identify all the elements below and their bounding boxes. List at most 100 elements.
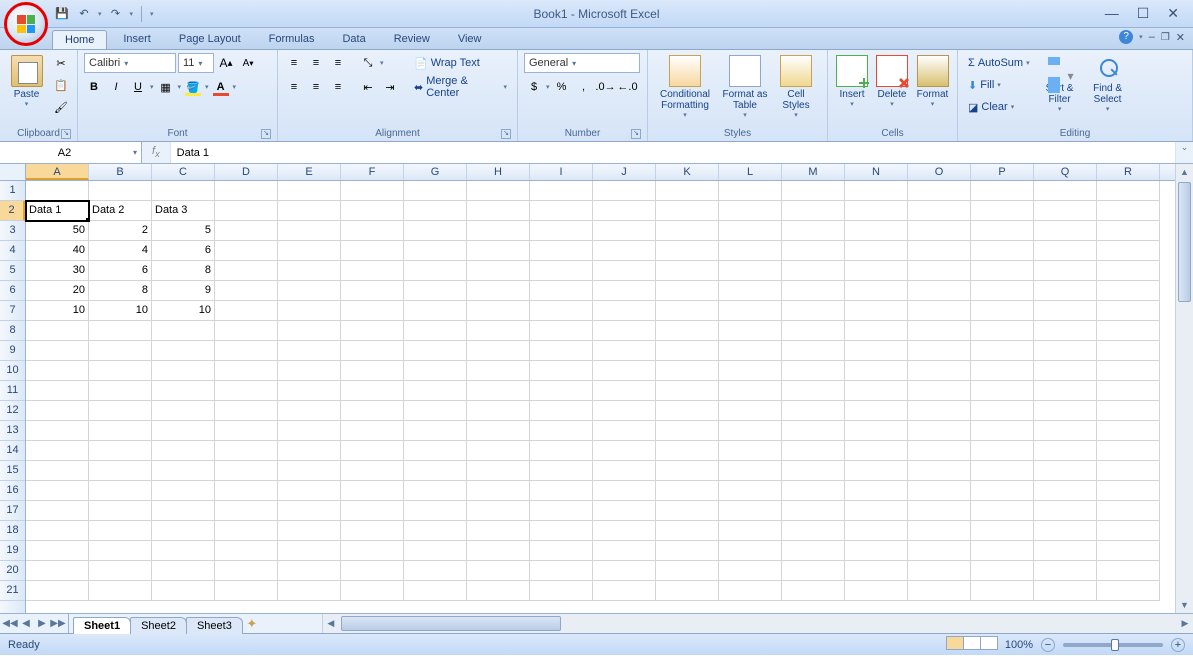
cell[interactable]: [341, 561, 404, 581]
cell[interactable]: [404, 201, 467, 221]
cell[interactable]: [467, 581, 530, 601]
row-header[interactable]: 12: [0, 401, 25, 421]
cell[interactable]: [26, 501, 89, 521]
cell[interactable]: [593, 361, 656, 381]
font-launcher-icon[interactable]: ↘: [261, 129, 271, 139]
cell[interactable]: [278, 521, 341, 541]
merge-center-button[interactable]: ⬌Merge & Center▾: [410, 77, 511, 97]
cell[interactable]: [215, 481, 278, 501]
currency-icon[interactable]: $: [524, 77, 544, 97]
cell[interactable]: [152, 181, 215, 201]
close-button[interactable]: ✕: [1167, 5, 1179, 22]
cell[interactable]: [278, 181, 341, 201]
cell[interactable]: [782, 541, 845, 561]
cell[interactable]: [971, 441, 1034, 461]
vertical-scrollbar[interactable]: ▲ ▼: [1175, 164, 1193, 613]
cell[interactable]: [467, 341, 530, 361]
cell[interactable]: [719, 501, 782, 521]
sheet-nav-prev-icon[interactable]: ◀: [18, 618, 34, 629]
cell[interactable]: [26, 421, 89, 441]
column-header[interactable]: J: [593, 164, 656, 180]
cell[interactable]: [26, 481, 89, 501]
cell[interactable]: [1034, 221, 1097, 241]
cell[interactable]: [593, 241, 656, 261]
cell[interactable]: [845, 441, 908, 461]
cell[interactable]: [782, 421, 845, 441]
cell[interactable]: [467, 501, 530, 521]
cell[interactable]: [152, 481, 215, 501]
cell[interactable]: [152, 381, 215, 401]
cell[interactable]: [971, 421, 1034, 441]
cell[interactable]: [719, 461, 782, 481]
cell[interactable]: [89, 341, 152, 361]
cell[interactable]: [719, 581, 782, 601]
cell[interactable]: [593, 261, 656, 281]
row-header[interactable]: 2: [0, 201, 25, 221]
cell[interactable]: [467, 381, 530, 401]
percent-icon[interactable]: %: [552, 77, 572, 97]
cell[interactable]: [530, 201, 593, 221]
alignment-launcher-icon[interactable]: ↘: [501, 129, 511, 139]
tab-formulas[interactable]: Formulas: [257, 30, 327, 49]
sheet-tab[interactable]: Sheet2: [130, 617, 187, 634]
cell[interactable]: [719, 301, 782, 321]
cell[interactable]: [278, 301, 341, 321]
cell[interactable]: [656, 401, 719, 421]
cell[interactable]: [467, 221, 530, 241]
middle-align-icon[interactable]: ≡: [306, 53, 326, 73]
cell[interactable]: [341, 501, 404, 521]
cell[interactable]: [467, 281, 530, 301]
cell[interactable]: [467, 241, 530, 261]
cell[interactable]: [404, 501, 467, 521]
increase-indent-icon[interactable]: ⇥: [380, 77, 400, 97]
underline-icon[interactable]: U: [128, 77, 148, 97]
cell[interactable]: [845, 561, 908, 581]
cell[interactable]: [656, 521, 719, 541]
cell[interactable]: [845, 481, 908, 501]
cell[interactable]: [278, 261, 341, 281]
bottom-align-icon[interactable]: ≡: [328, 53, 348, 73]
cell[interactable]: [845, 521, 908, 541]
cell[interactable]: [656, 541, 719, 561]
cell[interactable]: [341, 401, 404, 421]
cell[interactable]: [404, 461, 467, 481]
cell[interactable]: [719, 381, 782, 401]
cell[interactable]: [782, 501, 845, 521]
wrap-text-button[interactable]: 📄Wrap Text: [410, 53, 511, 73]
cell[interactable]: [341, 181, 404, 201]
normal-view-icon[interactable]: [946, 636, 964, 650]
cell[interactable]: [341, 341, 404, 361]
cell[interactable]: [530, 361, 593, 381]
row-header[interactable]: 21: [0, 581, 25, 601]
cell[interactable]: [845, 581, 908, 601]
cell[interactable]: [1034, 261, 1097, 281]
cell[interactable]: [971, 401, 1034, 421]
cell[interactable]: [908, 461, 971, 481]
cell[interactable]: [593, 541, 656, 561]
tab-page-layout[interactable]: Page Layout: [167, 30, 253, 49]
cell[interactable]: [404, 561, 467, 581]
align-center-icon[interactable]: ≡: [306, 77, 326, 97]
cell[interactable]: [1034, 241, 1097, 261]
cell[interactable]: [215, 301, 278, 321]
cell[interactable]: 20: [26, 281, 89, 301]
cell[interactable]: [278, 461, 341, 481]
cell[interactable]: [530, 241, 593, 261]
conditional-formatting-button[interactable]: Conditional Formatting▾: [654, 53, 716, 121]
decrease-indent-icon[interactable]: ⇤: [358, 77, 378, 97]
cell[interactable]: [782, 341, 845, 361]
number-format-combo[interactable]: General▾: [524, 53, 640, 73]
cell[interactable]: [467, 401, 530, 421]
cell[interactable]: [656, 301, 719, 321]
cell[interactable]: [845, 501, 908, 521]
cell[interactable]: [278, 441, 341, 461]
row-header[interactable]: 9: [0, 341, 25, 361]
cell[interactable]: [530, 281, 593, 301]
cell[interactable]: [1034, 361, 1097, 381]
cell[interactable]: [341, 481, 404, 501]
scroll-down-icon[interactable]: ▼: [1176, 597, 1193, 613]
cell[interactable]: [530, 181, 593, 201]
sheet-nav-last-icon[interactable]: ▶▶: [50, 618, 66, 629]
cell[interactable]: [26, 461, 89, 481]
cell[interactable]: [1097, 541, 1160, 561]
